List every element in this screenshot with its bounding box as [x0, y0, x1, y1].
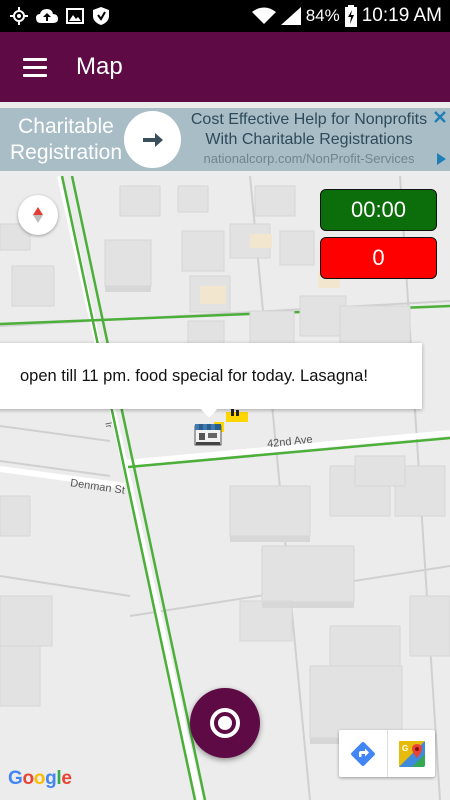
ad-arrow-button[interactable]: [124, 111, 181, 168]
svg-text:G: G: [402, 744, 408, 753]
ad-headline-1: Cost Effective Help for Nonprofits: [190, 111, 428, 128]
store-marker-icon[interactable]: [194, 422, 222, 446]
compass-button[interactable]: [18, 195, 58, 235]
google-maps-icon: G: [398, 740, 425, 767]
ad-close-icon[interactable]: [432, 109, 448, 125]
ad-left-line2: Registration: [9, 140, 123, 164]
arrow-right-icon: [142, 132, 163, 147]
status-bar: 84% 10:19 AM: [0, 0, 450, 32]
record-icon: [210, 708, 240, 738]
ad-left-line1: Charitable: [18, 114, 114, 138]
shield-icon: [93, 7, 109, 25]
info-window-text: open till 11 pm. food special for today.…: [20, 366, 368, 385]
app-screen: 84% 10:19 AM Map Charitable Registration…: [0, 0, 450, 800]
menu-button[interactable]: [0, 32, 70, 102]
image-icon: [66, 8, 84, 24]
wifi-icon: [251, 7, 276, 24]
gps-icon: [10, 7, 28, 25]
battery-percent: 84%: [305, 6, 340, 25]
ad-url: nationalcorp.com/NonProfit-Services: [203, 151, 415, 166]
ad-copy: Cost Effective Help for Nonprofits With …: [186, 108, 432, 171]
ad-headline-2: With Charitable Registrations: [205, 131, 413, 148]
page-title: Map: [76, 53, 123, 80]
directions-button[interactable]: [339, 730, 387, 777]
record-button[interactable]: [190, 688, 260, 758]
info-window-pointer: [200, 408, 218, 418]
battery-charging-icon: [344, 5, 357, 27]
ad-left-text: Charitable Registration: [0, 108, 132, 171]
ad-banner[interactable]: Charitable Registration Cost Effective H…: [0, 108, 450, 171]
app-bar: Map: [0, 32, 450, 102]
info-window[interactable]: open till 11 pm. food special for today.…: [0, 343, 422, 409]
map-toolbar: G: [339, 730, 435, 777]
cloud-upload-icon: [36, 9, 58, 23]
counter-display[interactable]: 0: [320, 237, 437, 279]
menu-icon: [23, 55, 47, 79]
timer-display[interactable]: 00:00: [320, 189, 437, 231]
google-logo: Google: [8, 768, 72, 789]
ad-info-icon[interactable]: [434, 152, 448, 166]
google-maps-button[interactable]: G: [387, 730, 435, 777]
directions-icon: [351, 741, 375, 766]
clock: 10:19 AM: [361, 5, 442, 26]
compass-icon: [33, 207, 43, 223]
signal-icon: [280, 7, 301, 25]
